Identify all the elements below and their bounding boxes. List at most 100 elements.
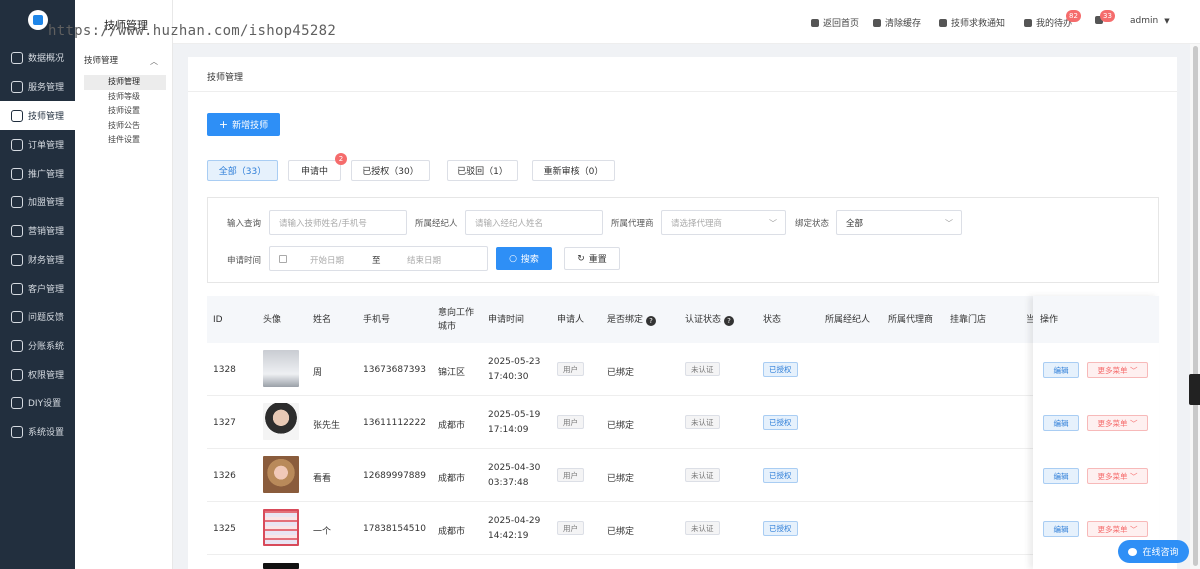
- side-dock-tab[interactable]: [1189, 374, 1200, 405]
- chevron-down-icon: ﹀: [1129, 366, 1138, 375]
- col-city-line2: 城市: [438, 322, 457, 332]
- sidebar-item-service[interactable]: 服务管理: [0, 72, 75, 101]
- col-auth: 认证状态?: [685, 313, 735, 327]
- tab-all[interactable]: 全部（33）: [207, 160, 278, 181]
- home-link[interactable]: 返回首页: [811, 16, 859, 29]
- sidebar-item-permission[interactable]: 权限管理: [0, 360, 75, 389]
- cell-city: 成都市: [438, 474, 466, 484]
- cell-phone: 13673687393: [363, 365, 426, 375]
- end-date-placeholder: 结束日期: [407, 256, 442, 266]
- cell-phone: 13611112222: [363, 418, 426, 428]
- sidebar-item-order[interactable]: 订单管理: [0, 130, 75, 159]
- plus-icon: +: [218, 118, 229, 131]
- bind-select[interactable]: 全部 ﹀: [836, 210, 962, 235]
- sos-notice-link[interactable]: 技师求救通知: [939, 16, 1005, 29]
- online-consult-button[interactable]: 在线咨询: [1118, 540, 1189, 563]
- sidebar-item-label: 数据概况: [28, 54, 65, 64]
- submenu-item-notice[interactable]: 技师公告: [84, 119, 166, 134]
- todo-link[interactable]: 我的待办: [1024, 16, 1072, 29]
- user-menu[interactable]: admin ▼: [1130, 16, 1170, 26]
- cell-id: 1328: [213, 365, 236, 375]
- sidebar-item-label: 营销管理: [28, 227, 65, 237]
- submenu-group[interactable]: 技师管理 ︿: [84, 54, 164, 66]
- sidebar-item-customer[interactable]: 客户管理: [0, 274, 75, 303]
- divider: [188, 91, 1177, 92]
- logo-icon[interactable]: [28, 10, 48, 30]
- clear-cache-label: 清除缓存: [885, 19, 922, 29]
- sidebar-item-settings[interactable]: 系统设置: [0, 417, 75, 446]
- cell-time: 17:14:09: [488, 425, 529, 435]
- cell-time: 17:40:30: [488, 372, 529, 382]
- cell-city: 锦江区: [438, 368, 466, 378]
- sidebar-item-label: 加盟管理: [28, 198, 65, 208]
- sidebar-item-label: 订单管理: [28, 141, 65, 151]
- cell-time: 03:37:48: [488, 478, 529, 488]
- sidebar-item-technician[interactable]: 技师管理: [0, 101, 75, 130]
- edit-button[interactable]: 编辑: [1043, 415, 1079, 431]
- chat-icon: [1128, 547, 1138, 556]
- sidebar-item-dashboard[interactable]: 数据概况: [0, 43, 75, 72]
- main-sidebar: 数据概况 服务管理 技师管理 订单管理 推广管理 加盟管理 营销管理 财务管理 …: [0, 0, 75, 569]
- tab-applying[interactable]: 申请中: [288, 160, 341, 181]
- clear-cache-link[interactable]: 清除缓存: [873, 16, 921, 29]
- applying-count-badge: 2: [335, 153, 347, 165]
- avatar: [263, 403, 299, 440]
- sidebar-item-marketing[interactable]: 营销管理: [0, 216, 75, 245]
- more-menu-button[interactable]: 更多菜单 ﹀: [1087, 468, 1148, 484]
- reset-button[interactable]: ↻ 重置: [564, 247, 620, 270]
- help-icon[interactable]: ?: [724, 316, 735, 326]
- cell-date: 2025-05-23: [488, 357, 541, 367]
- proxy-select-value: 请选择代理商: [671, 218, 723, 229]
- submenu-items: 技师管理 技师等级 技师设置 技师公告 挂件设置: [84, 75, 166, 148]
- help-icon[interactable]: ?: [646, 316, 657, 326]
- chevron-up-icon: ︿: [150, 57, 158, 66]
- order-icon: [11, 138, 23, 151]
- search-button[interactable]: ○ 搜索: [496, 247, 552, 270]
- split-icon: [11, 339, 23, 352]
- sidebar-item-diy[interactable]: DIY设置: [0, 388, 75, 417]
- sidebar-item-finance[interactable]: 财务管理: [0, 245, 75, 274]
- page-scrollbar[interactable]: [1193, 46, 1198, 566]
- keyword-input[interactable]: 请输入技师姓名/手机号: [269, 210, 407, 235]
- tab-authorized[interactable]: 已授权（30）: [351, 160, 430, 181]
- sidebar-item-split[interactable]: 分账系统: [0, 331, 75, 360]
- more-menu-button[interactable]: 更多菜单 ﹀: [1087, 362, 1148, 378]
- tab-recheck[interactable]: 重新审核（0）: [532, 160, 615, 181]
- edit-button[interactable]: 编辑: [1043, 468, 1079, 484]
- more-menu-label: 更多菜单: [1097, 472, 1128, 481]
- col-status: 状态: [763, 315, 782, 325]
- cell-bound: 已绑定: [607, 368, 635, 378]
- cell-city: 成都市: [438, 527, 466, 537]
- time-label: 申请时间: [227, 256, 262, 266]
- col-auth-label: 认证状态: [685, 315, 722, 325]
- proxy-select[interactable]: 请选择代理商 ﹀: [661, 210, 786, 235]
- diy-icon: [11, 396, 23, 409]
- edit-button[interactable]: 编辑: [1043, 362, 1079, 378]
- more-menu-button[interactable]: 更多菜单 ﹀: [1087, 521, 1148, 537]
- agent-input[interactable]: 请输入经纪人姓名: [465, 210, 603, 235]
- sidebar-item-feedback[interactable]: 问题反馈: [0, 302, 75, 331]
- admin-app: 数据概况 服务管理 技师管理 订单管理 推广管理 加盟管理 营销管理 财务管理 …: [0, 0, 1200, 569]
- hourglass-icon: [1024, 18, 1032, 27]
- submenu-item-widget[interactable]: 挂件设置: [84, 133, 166, 148]
- table-row: 1328 周 13673687393 锦江区 2025-05-23 17:40:…: [207, 343, 1159, 396]
- sidebar-item-label: DIY设置: [28, 399, 62, 409]
- sidebar-item-promotion[interactable]: 推广管理: [0, 159, 75, 188]
- more-menu-label: 更多菜单: [1097, 366, 1128, 375]
- edit-button[interactable]: 编辑: [1043, 521, 1079, 537]
- submenu-group-label: 技师管理: [84, 56, 119, 66]
- tab-rejected[interactable]: 已驳回（1）: [447, 160, 518, 181]
- finance-icon: [11, 253, 23, 266]
- add-technician-button[interactable]: + 新增技师: [207, 113, 280, 136]
- more-menu-button[interactable]: 更多菜单 ﹀: [1087, 415, 1148, 431]
- search-icon: ○: [509, 253, 517, 264]
- table-row: 1326 看看 12689997889 成都市 2025-04-30 03:37…: [207, 449, 1159, 502]
- submenu-item-settings[interactable]: 技师设置: [84, 104, 166, 119]
- sidebar-item-franchise[interactable]: 加盟管理: [0, 187, 75, 216]
- online-consult-label: 在线咨询: [1142, 548, 1179, 558]
- submenu-item-technician[interactable]: 技师管理: [84, 75, 166, 90]
- submenu-item-level[interactable]: 技师等级: [84, 90, 166, 105]
- col-store: 挂靠门店: [950, 315, 987, 325]
- cell-date: 2025-04-29: [488, 516, 541, 526]
- feedback-icon: [11, 310, 23, 323]
